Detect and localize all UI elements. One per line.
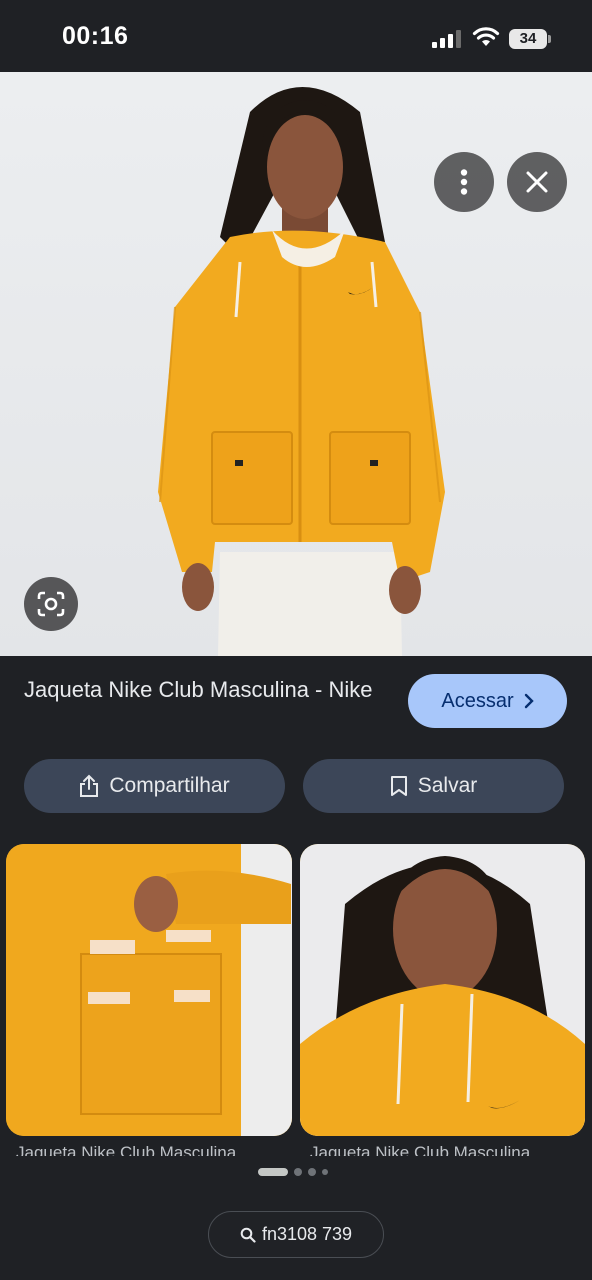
visit-label: Acessar [441, 689, 514, 712]
share-label: Compartilhar [109, 774, 230, 797]
share-icon [80, 774, 99, 797]
visit-button[interactable]: Acessar [408, 674, 567, 728]
more-vert-icon [460, 169, 468, 195]
product-photo [158, 87, 445, 656]
close-button[interactable] [507, 152, 567, 212]
product-image[interactable] [0, 72, 592, 656]
pagination-dot-active [258, 1168, 288, 1176]
search-icon [240, 1227, 256, 1243]
search-query-text: fn3108 739 [261, 1224, 353, 1244]
more-options-button[interactable] [434, 152, 494, 212]
status-bar: 00:16 34 [0, 0, 592, 72]
related-result-card[interactable] [300, 844, 585, 1136]
save-button[interactable]: Salvar [303, 759, 564, 813]
pagination-dot [294, 1168, 302, 1176]
lens-icon [37, 591, 65, 617]
related-caption: Jaqueta Nike Club Masculina [16, 1143, 237, 1156]
status-time: 00:16 [62, 22, 129, 50]
chevron-right-icon [524, 693, 534, 709]
close-icon [526, 171, 548, 193]
related-result-card[interactable] [6, 844, 292, 1136]
battery-indicator: 34 [509, 29, 547, 49]
bookmark-icon [390, 776, 407, 796]
related-image [300, 844, 585, 1136]
google-lens-button[interactable] [24, 577, 78, 631]
related-caption: Jaqueta Nike Club Masculina [310, 1143, 531, 1156]
pagination-dots [258, 1166, 328, 1178]
search-query-chip[interactable]: fn3108 739 [208, 1211, 384, 1258]
battery-tip [548, 35, 551, 43]
save-label: Salvar [417, 774, 478, 797]
share-button[interactable]: Compartilhar [24, 759, 285, 813]
result-title[interactable]: Jaqueta Nike Club Masculina - Nike [24, 674, 394, 705]
cellular-signal-icon [432, 30, 461, 48]
wifi-icon [472, 27, 500, 46]
related-image [6, 844, 292, 1136]
pagination-dot [322, 1169, 328, 1175]
pagination-dot [308, 1168, 316, 1176]
